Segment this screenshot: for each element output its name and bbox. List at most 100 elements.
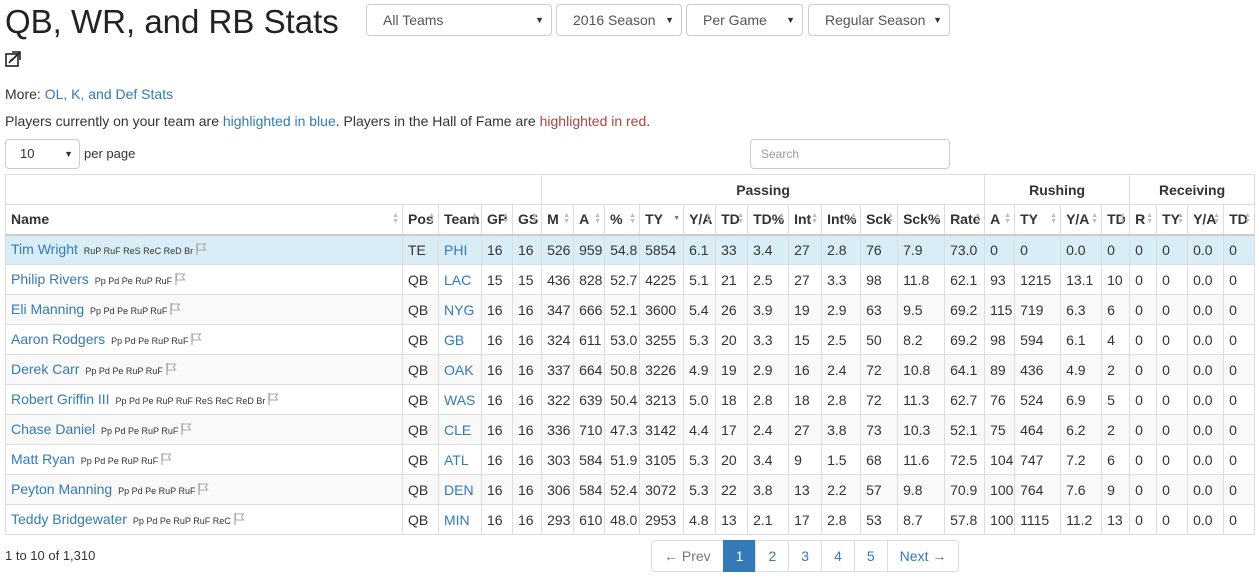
player-link[interactable]: Robert Griffin III bbox=[11, 391, 110, 407]
column-header[interactable]: Rate ▲ ▼ bbox=[944, 204, 986, 236]
stat-cell: 16 bbox=[511, 294, 543, 325]
column-header[interactable]: Sck% ▲ ▼ bbox=[897, 204, 946, 236]
team-link[interactable]: ATL bbox=[444, 452, 469, 468]
flag-icon[interactable] bbox=[181, 422, 192, 438]
team-link[interactable]: MIN bbox=[444, 512, 470, 528]
player-link[interactable]: Tim Wright bbox=[11, 241, 78, 257]
team-link[interactable]: LAC bbox=[444, 272, 471, 288]
group-header-passing: Passing bbox=[541, 174, 986, 205]
column-header[interactable]: Y/A ▲ ▼ bbox=[1187, 204, 1225, 236]
ol-k-def-stats-link[interactable]: OL, K, and Def Stats bbox=[45, 86, 173, 102]
flag-icon[interactable] bbox=[161, 452, 172, 468]
flag-icon[interactable] bbox=[175, 272, 186, 288]
player-name-cell: Philip Rivers Pp Pd Pe RuP RuF bbox=[5, 264, 403, 295]
column-header[interactable]: TY ▲ ▼ bbox=[1156, 204, 1189, 236]
player-link[interactable]: Chase Daniel bbox=[11, 421, 95, 437]
column-header-label: R bbox=[1135, 211, 1146, 228]
column-header[interactable]: GP ▲ ▼ bbox=[481, 204, 513, 236]
page-3-button[interactable]: 3 bbox=[788, 540, 823, 572]
column-header[interactable]: A ▲ ▼ bbox=[573, 204, 606, 236]
legend-text: . bbox=[646, 113, 651, 129]
team-link[interactable]: GB bbox=[444, 332, 464, 348]
prev-page-button[interactable]: ← Prev bbox=[651, 540, 724, 572]
stat-cell: 0 bbox=[1129, 444, 1158, 475]
team-link[interactable]: OAK bbox=[444, 362, 474, 378]
season-filter-value: 2016 Season bbox=[573, 12, 656, 28]
stat-cell: 16 bbox=[511, 414, 543, 445]
table-row: Peyton Manning Pp Pd Pe RuP RuF QB DEN 16 16… bbox=[5, 474, 1256, 505]
next-page-button[interactable]: Next → bbox=[886, 540, 960, 572]
stat-cell: QB bbox=[402, 264, 439, 295]
stat-cell: 18 bbox=[715, 384, 749, 415]
column-header[interactable]: Sck ▲ ▼ bbox=[860, 204, 899, 236]
team-link[interactable]: DEN bbox=[444, 482, 474, 498]
page-5-button[interactable]: 5 bbox=[853, 540, 888, 572]
column-header-label: % bbox=[610, 211, 623, 228]
column-header[interactable]: TY ▲ ▼ bbox=[1014, 204, 1062, 236]
stat-cell: 2.9 bbox=[821, 294, 862, 325]
team-link[interactable]: PHI bbox=[444, 242, 467, 258]
team-link[interactable]: NYG bbox=[444, 302, 474, 318]
page-4-button[interactable]: 4 bbox=[821, 540, 855, 572]
column-header[interactable]: TD ▲ ▼ bbox=[1101, 204, 1131, 236]
stat-cell: QB bbox=[402, 324, 439, 355]
player-skill-badges: Pp Pd Pe RuP RuF bbox=[111, 336, 189, 346]
team-filter-select[interactable]: All Teams ▼ bbox=[366, 4, 552, 36]
team-link[interactable]: WAS bbox=[444, 392, 475, 408]
column-header[interactable]: M ▲ ▼ bbox=[541, 204, 575, 236]
stat-mode-select[interactable]: Per Game ▼ bbox=[686, 4, 803, 36]
column-header[interactable]: Int% ▲ ▼ bbox=[821, 204, 862, 236]
flag-icon[interactable] bbox=[268, 392, 279, 408]
stat-cell: 3.8 bbox=[821, 414, 862, 445]
column-header[interactable]: Team ▲ ▼ bbox=[438, 204, 482, 236]
page-1-button[interactable]: 1 bbox=[722, 540, 757, 572]
column-header[interactable]: Int ▲ ▼ bbox=[788, 204, 823, 236]
flag-icon[interactable] bbox=[170, 302, 181, 318]
player-link[interactable]: Eli Manning bbox=[11, 301, 84, 317]
column-header[interactable]: R ▲ ▼ bbox=[1129, 204, 1158, 236]
flag-icon[interactable] bbox=[191, 332, 202, 348]
column-header[interactable]: TY ▼ bbox=[639, 204, 685, 236]
stat-cell: 5.0 bbox=[683, 384, 717, 415]
player-link[interactable]: Matt Ryan bbox=[11, 451, 75, 467]
flag-icon[interactable] bbox=[196, 242, 207, 258]
flag-icon[interactable] bbox=[234, 512, 245, 528]
stat-cell: 53 bbox=[860, 504, 899, 535]
player-link[interactable]: Peyton Manning bbox=[11, 481, 112, 497]
stat-cell: 6.1 bbox=[1060, 324, 1103, 355]
per-page-select[interactable]: 10 ▼ bbox=[5, 139, 80, 169]
sort-icon: ▲ ▼ bbox=[502, 212, 509, 225]
page-2-button[interactable]: 2 bbox=[755, 540, 790, 572]
player-link[interactable]: Aaron Rodgers bbox=[11, 331, 105, 347]
player-link[interactable]: Derek Carr bbox=[11, 361, 79, 377]
player-link[interactable]: Philip Rivers bbox=[11, 271, 89, 287]
column-header[interactable]: TD ▲ ▼ bbox=[1223, 204, 1256, 236]
team-link[interactable]: CLE bbox=[444, 422, 471, 438]
column-header[interactable]: Y/A ▲ ▼ bbox=[683, 204, 717, 236]
season-filter-select[interactable]: 2016 Season ▼ bbox=[556, 4, 682, 36]
flag-icon[interactable] bbox=[166, 362, 177, 378]
column-header[interactable]: A ▲ ▼ bbox=[984, 204, 1016, 236]
stat-cell: 19 bbox=[788, 294, 823, 325]
search-input[interactable] bbox=[750, 139, 950, 169]
player-link[interactable]: Teddy Bridgewater bbox=[11, 511, 127, 527]
column-header[interactable]: Name ▲ ▼ bbox=[5, 204, 403, 236]
column-header[interactable]: Pos ▲ ▼ bbox=[402, 204, 439, 236]
stat-cell: 464 bbox=[1014, 414, 1062, 445]
column-header[interactable]: TD% ▲ ▼ bbox=[747, 204, 790, 236]
column-header[interactable]: Y/A ▲ ▼ bbox=[1060, 204, 1103, 236]
flag-icon[interactable] bbox=[198, 482, 209, 498]
column-header[interactable]: TD ▲ ▼ bbox=[715, 204, 749, 236]
stat-cell: 20 bbox=[715, 444, 749, 475]
sort-icon: ▲ ▼ bbox=[974, 212, 982, 225]
stat-cell: 0 bbox=[1223, 324, 1256, 355]
sort-icon: ▲ ▼ bbox=[629, 212, 637, 225]
column-header[interactable]: % ▲ ▼ bbox=[604, 204, 641, 236]
column-header[interactable]: GS ▲ ▼ bbox=[511, 204, 543, 236]
season-type-select[interactable]: Regular Season ▼ bbox=[808, 4, 950, 36]
stat-cell: 15 bbox=[788, 324, 823, 355]
stat-cell: 100 bbox=[984, 504, 1016, 535]
record-count: 1 to 10 of 1,310 bbox=[5, 548, 96, 563]
stat-cell: 72 bbox=[860, 354, 899, 385]
external-link-icon[interactable] bbox=[5, 51, 21, 67]
